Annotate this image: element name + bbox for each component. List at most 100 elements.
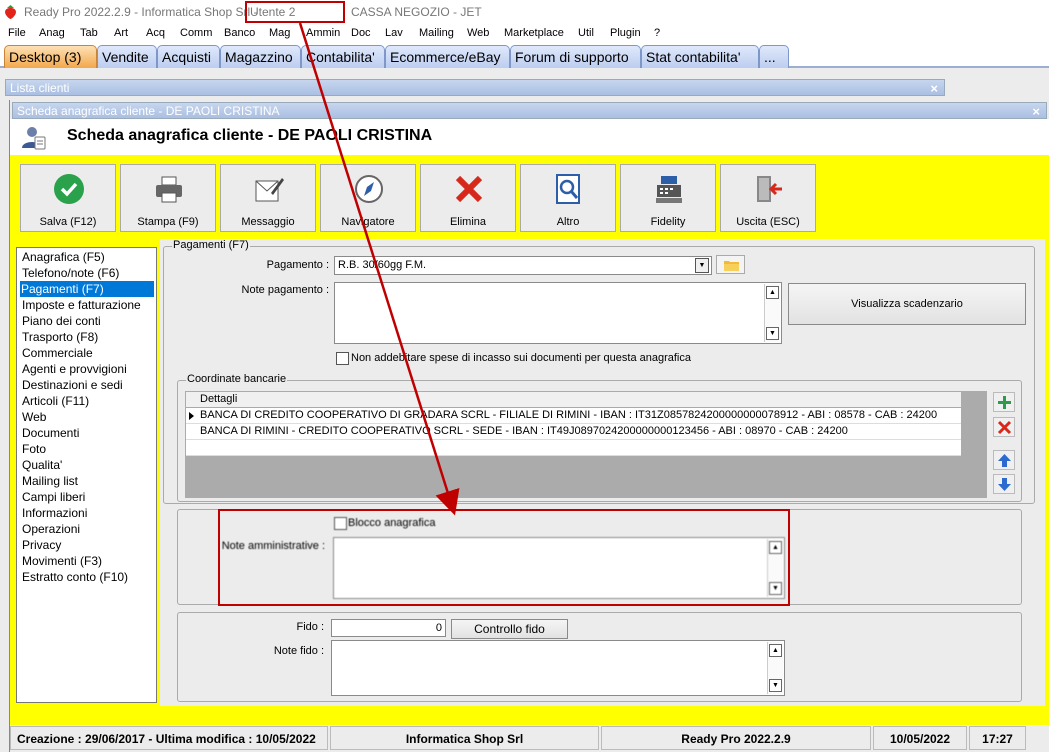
note-fido-label: Note fido :	[273, 645, 324, 657]
table-row-empty[interactable]	[186, 440, 961, 456]
title-user: Utente 2 MARCO	[245, 1, 345, 37]
note-fido-textarea[interactable]: ▲ ▼	[331, 640, 785, 696]
printer-icon	[156, 176, 182, 203]
nav-documenti[interactable]: Documenti	[21, 425, 156, 441]
menu-help[interactable]: ?	[654, 24, 660, 42]
nav-telefono-note[interactable]: Telefono/note (F6)	[21, 265, 156, 281]
message-button[interactable]: Messaggio	[220, 164, 316, 232]
save-button[interactable]: Salva (F12)	[20, 164, 116, 232]
pagamento-label: Pagamento :	[266, 259, 329, 271]
menu-banco[interactable]: Banco	[224, 24, 255, 42]
nav-imposte[interactable]: Imposte e fatturazione	[21, 297, 156, 313]
remove-bank-button[interactable]	[993, 417, 1015, 437]
section-nav-list: Anagrafica (F5) Telefono/note (F6) Pagam…	[16, 247, 157, 703]
arrow-down-icon	[998, 478, 1011, 491]
table-row[interactable]: BANCA DI CREDITO COOPERATIVO DI GRADARA …	[186, 408, 961, 424]
fidelity-label: Fidelity	[650, 216, 686, 228]
controllo-fido-button[interactable]: Controllo fido	[451, 619, 568, 639]
nav-campi-liberi[interactable]: Campi liberi	[21, 489, 156, 505]
nav-movimenti[interactable]: Movimenti (F3)	[21, 553, 156, 569]
nav-foto[interactable]: Foto	[21, 441, 156, 457]
tab-ecommerce[interactable]: Ecommerce/eBay	[385, 45, 510, 68]
table-header-dettagli[interactable]: Dettagli	[186, 392, 961, 408]
close-icon[interactable]: ×	[930, 80, 938, 97]
other-button[interactable]: Altro	[520, 164, 616, 232]
navigator-button[interactable]: Navigatore	[320, 164, 416, 232]
close-icon[interactable]: ×	[1032, 103, 1040, 120]
menu-tab[interactable]: Tab	[80, 24, 98, 42]
fidelity-button[interactable]: Fidelity	[620, 164, 716, 232]
menu-util[interactable]: Util	[578, 24, 594, 42]
menu-comm[interactable]: Comm	[180, 24, 212, 42]
menu-lav[interactable]: Lav	[385, 24, 403, 42]
lista-clienti-header: Lista clienti ×	[5, 79, 945, 96]
menu-bar: File Anag Tab Art Acq Comm Banco Mag Amm…	[0, 24, 1049, 42]
nav-articoli[interactable]: Articoli (F11)	[21, 393, 156, 409]
scroll-up-icon[interactable]: ▲	[769, 644, 782, 657]
menu-mailing[interactable]: Mailing	[419, 24, 454, 42]
nav-destinazioni[interactable]: Destinazioni e sedi	[21, 377, 156, 393]
annotation-highlight-box	[218, 509, 790, 606]
compass-icon	[355, 175, 383, 203]
nav-piano-conti[interactable]: Piano dei conti	[21, 313, 156, 329]
fido-input[interactable]: 0	[331, 619, 446, 637]
delete-button[interactable]: Elimina	[420, 164, 516, 232]
menu-acq[interactable]: Acq	[146, 24, 165, 42]
visualizza-scadenzario-button[interactable]: Visualizza scadenzario	[788, 283, 1026, 325]
tab-more[interactable]: ...	[759, 45, 789, 68]
pagamento-select[interactable]: R.B. 30/60gg F.M. ▼	[334, 256, 712, 275]
scroll-down-icon[interactable]: ▼	[766, 327, 779, 340]
menu-doc[interactable]: Doc	[351, 24, 371, 42]
menu-file[interactable]: File	[8, 24, 26, 42]
nav-commerciale[interactable]: Commerciale	[21, 345, 156, 361]
note-fido-scrollbar[interactable]: ▲ ▼	[767, 642, 783, 694]
scroll-down-icon[interactable]: ▼	[769, 679, 782, 692]
tab-desktop[interactable]: Desktop (3)	[4, 45, 97, 68]
menu-art[interactable]: Art	[114, 24, 128, 42]
nav-pagamenti[interactable]: Pagamenti (F7)	[20, 281, 154, 297]
chevron-down-icon[interactable]: ▼	[695, 258, 709, 273]
nav-trasporto[interactable]: Trasporto (F8)	[21, 329, 156, 345]
tab-stat-contabilita[interactable]: Stat contabilita'	[641, 45, 759, 68]
menu-mag[interactable]: Mag	[269, 24, 290, 42]
desktop-tab-bar: Desktop (3) Vendite Acquisti Magazzino C…	[0, 42, 1049, 68]
nav-web[interactable]: Web	[21, 409, 156, 425]
print-button[interactable]: Stampa (F9)	[120, 164, 216, 232]
table-row[interactable]: BANCA DI RIMINI - CREDITO COOPERATIVO SC…	[186, 424, 961, 440]
status-version: Ready Pro 2022.2.9	[601, 726, 871, 750]
window-titlebar: Ready Pro 2022.2.9 - Informatica Shop Sr…	[0, 0, 1049, 37]
move-down-button[interactable]	[993, 474, 1015, 494]
red-x-icon	[455, 175, 483, 203]
note-pagamento-textarea[interactable]: ▲ ▼	[334, 282, 782, 344]
nav-operazioni[interactable]: Operazioni	[21, 521, 156, 537]
note-pagamento-scrollbar[interactable]: ▲ ▼	[764, 284, 780, 342]
menu-web[interactable]: Web	[467, 24, 489, 42]
menu-plugin[interactable]: Plugin	[610, 24, 641, 42]
nav-estratto-conto[interactable]: Estratto conto (F10)	[21, 569, 156, 585]
status-company: Informatica Shop Srl	[330, 726, 599, 750]
edit-message-icon	[255, 178, 284, 202]
fido-label: Fido :	[296, 621, 324, 633]
nav-mailing-list[interactable]: Mailing list	[21, 473, 156, 489]
folder-button[interactable]	[716, 255, 745, 274]
scroll-up-icon[interactable]: ▲	[766, 286, 779, 299]
nav-privacy[interactable]: Privacy	[21, 537, 156, 553]
nav-informazioni[interactable]: Informazioni	[21, 505, 156, 521]
menu-marketplace[interactable]: Marketplace	[504, 24, 564, 42]
non-addebitare-checkbox[interactable]	[336, 352, 349, 365]
tab-vendite[interactable]: Vendite	[97, 45, 157, 68]
exit-button[interactable]: Uscita (ESC)	[720, 164, 816, 232]
add-bank-button[interactable]	[993, 392, 1015, 412]
menu-ammin[interactable]: Ammin	[306, 24, 340, 42]
tab-magazzino[interactable]: Magazzino	[220, 45, 301, 68]
nav-anagrafica[interactable]: Anagrafica (F5)	[21, 249, 156, 265]
tab-contabilita[interactable]: Contabilita'	[301, 45, 385, 68]
print-label: Stampa (F9)	[137, 216, 199, 228]
menu-anag[interactable]: Anag	[39, 24, 65, 42]
nav-qualita[interactable]: Qualita'	[21, 457, 156, 473]
pagamenti-legend: Pagamenti (F7)	[172, 239, 250, 251]
move-up-button[interactable]	[993, 450, 1015, 470]
tab-forum[interactable]: Forum di supporto	[510, 45, 641, 68]
tab-acquisti[interactable]: Acquisti	[157, 45, 220, 68]
nav-agenti[interactable]: Agenti e provvigioni	[21, 361, 156, 377]
